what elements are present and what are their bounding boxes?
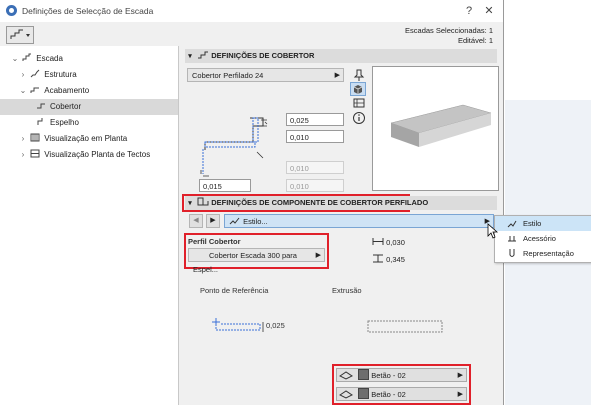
stair-icon [22,53,32,61]
mouse-cursor-icon [487,223,499,239]
collapse-arrow-icon[interactable]: ▾ [185,197,195,211]
dimension-value: 0,345 [386,255,405,264]
tree-item-cobertor[interactable]: Cobertor [0,99,178,115]
material-dropdown-1[interactable]: Betão - 02 ▶ [336,368,467,382]
chevron-right-icon[interactable]: › [18,147,28,163]
chevron-right-icon[interactable]: › [18,131,28,147]
surface-icon [339,371,353,380]
3d-preview[interactable] [372,66,499,191]
tree-label: Visualização em Planta [44,134,128,143]
dropdown-value: Estilo... [243,217,268,226]
dropdown-value: Cobertor Perfilado 24 [192,71,264,80]
tree-item-visualizacao-planta[interactable]: › Visualização em Planta [0,131,178,147]
tree-item-estrutura[interactable]: › Estrutura [0,67,178,83]
nosing-field[interactable]: 0,010 [286,130,344,143]
style-dropdown[interactable]: Estilo... ▶ [224,214,494,228]
menu-item-estilo[interactable]: Estilo [495,216,591,231]
close-button[interactable]: ✕ [482,4,496,18]
tread-type-dropdown[interactable]: Cobertor Perfilado 24 ▶ [187,68,344,82]
cube-icon [353,85,363,94]
tree-label: Escada [36,54,63,63]
previous-button[interactable]: ◀ [189,214,203,228]
chevron-down-icon[interactable]: ⌄ [10,51,20,67]
front-offset-field[interactable]: 0,015 [199,179,251,192]
riser-icon [37,118,43,125]
finish-icon [30,87,40,93]
menu-item-representacao[interactable]: Representação [495,246,591,261]
accessory-icon [508,236,516,242]
menu-item-acessorio[interactable]: Acessório [495,231,591,246]
tree-label: Cobertor [50,102,82,111]
surface-icon [339,390,353,399]
tree-label: Visualização Planta de Tectos [44,150,151,159]
collapse-arrow-icon[interactable]: ▾ [185,50,195,64]
tread-settings-header[interactable]: ▾ DEFINIÇÕES DE COBERTOR [185,49,497,63]
style-icon [507,220,517,228]
style-popup-menu: Estilo Acessório Representação [494,215,591,263]
material-swatch [358,369,370,380]
floor-plan-icon [30,133,40,142]
tread-3d-render [390,104,492,147]
side-offset-field-disabled[interactable]: 0,010 [286,179,344,192]
section-view-icon[interactable] [352,97,366,109]
3d-view-button[interactable] [350,82,366,96]
depth-icon [373,254,383,263]
depth-dimension: 0,345 [372,254,405,264]
reference-point-label: Ponto de Referência [200,286,269,295]
tread-thickness-field[interactable]: 0,025 [286,113,344,126]
tread-section-icon [198,51,209,59]
menu-item-label: Representação [523,249,574,258]
dimension-value: 0,030 [386,238,405,247]
help-button[interactable]: ? [462,4,476,18]
material-dropdown-2[interactable]: Betão - 02 ▶ [336,387,467,401]
menu-item-label: Acessório [523,234,556,243]
triangle-right-icon: ▶ [315,252,321,259]
chevron-right-icon[interactable]: › [18,67,28,83]
stair-favorites-icon [10,29,30,39]
chevron-down-icon[interactable]: ⌄ [18,83,28,99]
section-title: DEFINIÇÕES DE COBERTOR [211,51,315,60]
pin-icon[interactable] [352,68,366,82]
tread-profile-diagram [200,117,268,177]
representation-icon [509,249,515,257]
reference-offset-value: 0,025 [266,321,285,330]
next-button[interactable]: ▶ [206,214,220,228]
tree-item-espelho[interactable]: Espelho [0,115,178,131]
triangle-right-icon: ▶ [457,372,463,379]
profile-label: Perfil Cobertor [188,237,241,246]
selected-count: Escadas Seleccionadas: 1 [405,26,493,35]
offset-field-disabled[interactable]: 0,010 [286,161,344,174]
component-settings-header[interactable]: ▾ DEFINIÇÕES DE COMPONENTE DE COBERTOR P… [185,196,497,210]
ceiling-plan-icon [30,149,40,158]
structure-icon [30,69,40,78]
tree-label: Estrutura [44,70,77,79]
tree-item-escada[interactable]: ⌄ Escada [0,51,178,67]
editable-count: Editável: 1 [457,36,493,45]
tree-label: Espelho [50,118,79,127]
reference-point-diagram [212,318,264,332]
extrusion-label: Extrusão [332,286,362,295]
profile-dropdown[interactable]: Cobertor Escada 300 para Espel... ▶ [188,248,325,274]
width-icon [372,238,384,245]
favorites-button[interactable] [6,26,34,44]
width-dimension: 0,030 [372,237,405,247]
component-section-icon [197,197,209,206]
tree-item-acabamento[interactable]: ⌄ Acabamento [0,83,178,99]
menu-item-label: Estilo [523,219,542,228]
material-swatch [358,388,370,399]
section-title: DEFINIÇÕES DE COMPONENTE DE COBERTOR PER… [211,198,429,207]
material-name: Betão - 02 [371,371,406,380]
tree-label: Acabamento [44,86,90,95]
tree-item-visualizacao-tectos[interactable]: › Visualização Planta de Tectos [0,147,178,163]
settings-tree: ⌄ Escada › Estrutura ⌄ Acabamento Cobert… [0,46,179,405]
triangle-right-icon: ▶ [334,72,340,79]
tread-icon [37,103,45,109]
window-title: Definições de Selecção de Escada [22,6,154,16]
extrusion-diagram [367,320,443,333]
info-icon[interactable] [352,111,366,125]
style-icon [229,217,240,225]
triangle-right-icon: ▶ [457,391,463,398]
app-icon [6,5,17,16]
material-name: Betão - 02 [371,390,406,399]
